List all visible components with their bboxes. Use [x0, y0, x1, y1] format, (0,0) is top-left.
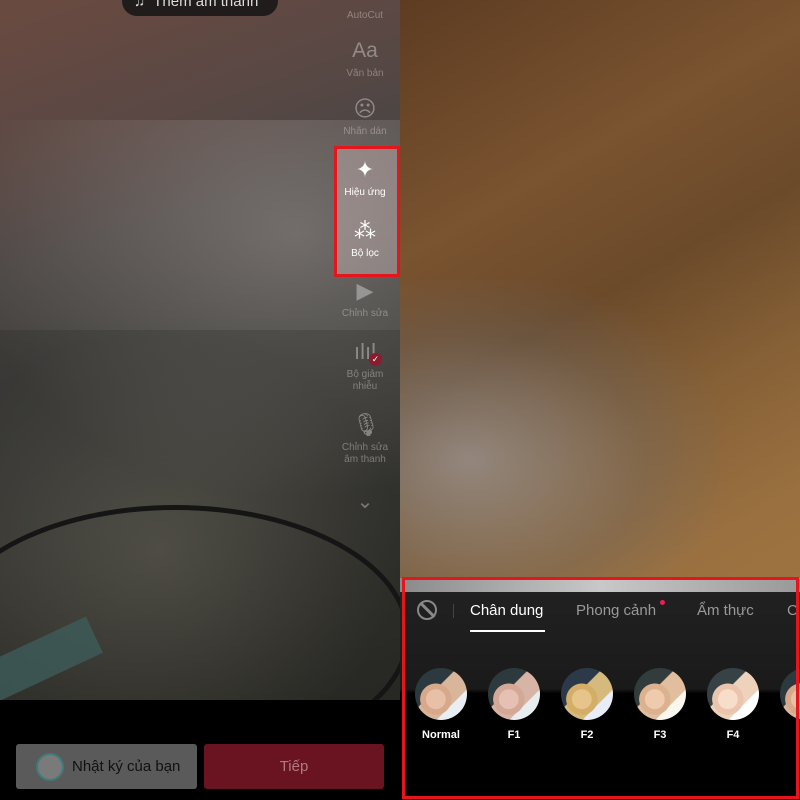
text-icon: Aa	[352, 39, 378, 62]
next-button[interactable]: Tiếp	[204, 744, 384, 789]
sticker-icon: ☹	[353, 96, 377, 121]
sidebar-item-text[interactable]: Aa Văn bản	[330, 38, 400, 80]
music-note-icon: ♫	[134, 0, 146, 10]
effects-icon: ✦	[355, 157, 375, 182]
sticker-label: Nhãn dán	[343, 126, 387, 137]
sidebar-item-autocut[interactable]: AutoCut	[330, 10, 400, 22]
sidebar-item-sticker[interactable]: ☹ Nhãn dán	[330, 96, 400, 138]
add-sound-button[interactable]: ♫ Thêm âm thanh	[122, 0, 278, 16]
filters-label: Bộ lọc	[351, 248, 379, 259]
diary-label: Nhật ký của bạn	[72, 758, 181, 775]
voice-edit-icon: 🎙︎	[352, 412, 380, 437]
sidebar-item-edit[interactable]: ▶ Chỉnh sửa	[330, 278, 400, 320]
sidebar-item-effects[interactable]: ✦ Hiệu ứng	[330, 157, 400, 199]
noise-reducer-label: Bộ giảm nhiễu	[346, 369, 384, 392]
filters-icon: ⁂	[354, 218, 376, 243]
sidebar-item-filters[interactable]: ⁂ Bộ lọc	[330, 218, 400, 260]
edit-clip-icon: ▶	[356, 278, 374, 303]
check-badge-icon: ✓	[369, 353, 382, 366]
avatar	[36, 752, 64, 781]
chevron-down-icon[interactable]: ⌄	[330, 492, 400, 512]
your-diary-button[interactable]: Nhật ký của bạn	[16, 744, 197, 789]
edit-label: Chỉnh sửa	[341, 308, 389, 319]
add-sound-label: Thêm âm thanh	[153, 0, 259, 10]
highlight-box-filter-panel	[402, 577, 799, 799]
text-label: Văn bản	[346, 68, 384, 79]
sidebar-item-noise-reducer[interactable]: ılıl ✓ Bộ giảm nhiễu	[330, 339, 400, 393]
sidebar-item-voice-edit[interactable]: 🎙︎ Chỉnh sửa âm thanh	[330, 412, 400, 466]
effects-label: Hiệu ứng	[344, 187, 386, 198]
noise-reducer-icon: ılıl ✓	[352, 339, 382, 366]
video-preview-editor: ♫ Thêm âm thanh AutoCut Aa Văn bản ☹ Nhãn …	[0, 0, 400, 800]
voice-edit-label: Chỉnh sửa âm thanh	[341, 442, 389, 465]
autocut-label: AutoCut	[346, 10, 384, 21]
